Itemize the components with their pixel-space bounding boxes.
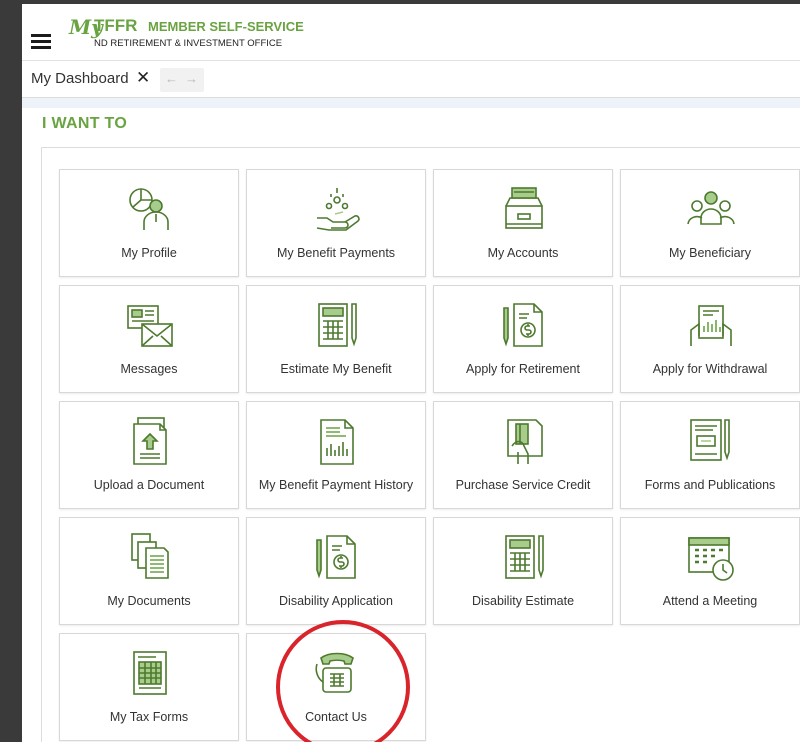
action-panel: My Profile My Benefit Payments My Accoun… (41, 147, 800, 742)
documents-stack-icon (131, 533, 169, 579)
tile-label: Disability Application (279, 594, 393, 608)
tile-label: My Benefit Payment History (258, 478, 414, 492)
menu-icon[interactable] (31, 34, 51, 50)
tax-form-icon (133, 651, 167, 695)
telephone-icon (315, 652, 354, 693)
file-drawer-icon (505, 187, 543, 229)
calendar-clock-icon (688, 537, 734, 581)
tile-apply-for-withdrawal[interactable]: Apply for Withdrawal (620, 285, 800, 393)
tile-upload-a-document[interactable]: Upload a Document (59, 401, 239, 509)
tile-disability-application[interactable]: Disability Application (246, 517, 426, 625)
divider (22, 98, 800, 108)
tab-close-icon[interactable]: ✕ (136, 68, 150, 88)
logo-subtitle: ND RETIREMENT & INVESTMENT OFFICE (94, 38, 282, 49)
upload-document-icon (133, 417, 167, 465)
tile-label: Estimate My Benefit (280, 362, 392, 376)
back-arrow-icon[interactable]: ← (165, 71, 178, 86)
tile-label: My Documents (107, 594, 191, 608)
form-pen-icon (690, 419, 730, 461)
tile-label: My Beneficiary (669, 246, 751, 260)
logo[interactable]: My TFFR MEMBER SELF-SERVICE ND RETIREMEN… (68, 10, 328, 56)
hands-chart-icon (690, 305, 732, 346)
envelope-message-icon (127, 305, 173, 347)
people-group-icon (687, 191, 735, 225)
tile-my-benefit-payment-history[interactable]: My Benefit Payment History (246, 401, 426, 509)
dollar-document-icon (316, 535, 356, 579)
tab-navigation: ← → (160, 68, 204, 92)
forward-arrow-icon[interactable]: → (185, 71, 198, 86)
tab-bar: My Dashboard ✕ ← → (22, 61, 800, 98)
tile-disability-estimate[interactable]: Disability Estimate (433, 517, 613, 625)
chart-document-icon (320, 419, 354, 465)
tile-my-profile[interactable]: My Profile (59, 169, 239, 277)
tile-my-documents[interactable]: My Documents (59, 517, 239, 625)
tile-estimate-my-benefit[interactable]: Estimate My Benefit (246, 285, 426, 393)
tile-label: My Profile (121, 246, 177, 260)
tile-label: Attend a Meeting (662, 594, 758, 608)
tile-purchase-service-credit[interactable]: Purchase Service Credit (433, 401, 613, 509)
tile-label: Apply for Retirement (466, 362, 580, 376)
calculator-pen-icon (505, 535, 544, 579)
logo-brand: TFFR (94, 16, 137, 35)
tile-contact-us[interactable]: Contact Us (246, 633, 426, 741)
dollar-document-icon (503, 303, 543, 347)
tile-label: My Accounts (487, 246, 559, 260)
tab-my-dashboard[interactable]: My Dashboard (31, 70, 129, 87)
tile-my-benefit-payments[interactable]: My Benefit Payments (246, 169, 426, 277)
logo-tagline: MEMBER SELF-SERVICE (148, 19, 304, 34)
tile-messages[interactable]: Messages (59, 285, 239, 393)
tile-forms-and-publications[interactable]: Forms and Publications (620, 401, 800, 509)
tile-my-beneficiary[interactable]: My Beneficiary (620, 169, 800, 277)
tile-label: Purchase Service Credit (455, 478, 591, 492)
header: My TFFR MEMBER SELF-SERVICE ND RETIREMEN… (22, 4, 800, 61)
tile-my-accounts[interactable]: My Accounts (433, 169, 613, 277)
tile-label: Apply for Withdrawal (652, 362, 768, 376)
calculator-pen-icon (318, 303, 357, 347)
tile-label: Upload a Document (93, 478, 205, 492)
app-window: My TFFR MEMBER SELF-SERVICE ND RETIREMEN… (22, 4, 800, 742)
tile-attend-a-meeting[interactable]: Attend a Meeting (620, 517, 800, 625)
hand-coins-icon (316, 188, 360, 231)
tile-label: Messages (120, 362, 178, 376)
profile-chart-icon (129, 188, 169, 230)
tile-label: Disability Estimate (471, 594, 575, 608)
tile-label: My Benefit Payments (276, 246, 396, 260)
tile-label: Contact Us (305, 710, 367, 724)
section-title: I WANT TO (42, 115, 128, 132)
tile-my-tax-forms[interactable]: My Tax Forms (59, 633, 239, 741)
tile-apply-for-retirement[interactable]: Apply for Retirement (433, 285, 613, 393)
card-in-hand-icon (507, 419, 543, 464)
tile-label: Forms and Publications (644, 478, 776, 492)
tile-label: My Tax Forms (109, 710, 189, 724)
